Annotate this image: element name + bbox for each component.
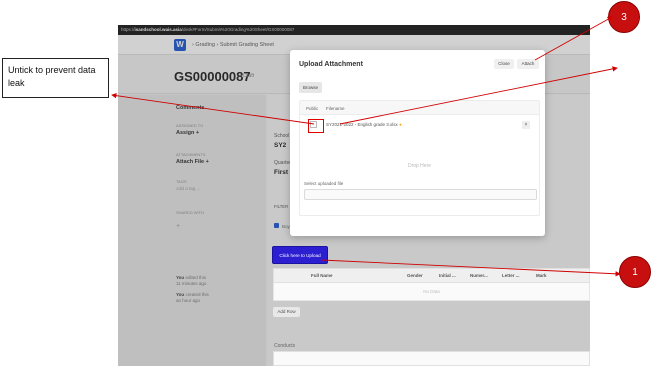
no-data-text: No Data bbox=[423, 289, 440, 294]
add-row-button[interactable]: Add Row bbox=[273, 307, 300, 317]
upload-button[interactable]: Click here to Upload bbox=[272, 246, 328, 264]
step-3-marker: 3 bbox=[608, 1, 640, 33]
grades-table-body: No Data bbox=[273, 283, 590, 301]
select-uploaded-input[interactable] bbox=[304, 189, 537, 200]
conducts-field[interactable] bbox=[273, 351, 590, 366]
upload-attachment-dialog: Upload Attachment Close Attach Browse Pu… bbox=[290, 50, 545, 236]
file-list: Public Filename SY2021-2022 - English gr… bbox=[299, 100, 540, 216]
grades-table-header: Full Name Gender Initial ... Numer... Le… bbox=[273, 268, 590, 283]
select-uploaded-label: Select uploaded file bbox=[304, 181, 344, 186]
dialog-title: Upload Attachment bbox=[299, 61, 363, 68]
attach-button[interactable]: Attach bbox=[517, 59, 539, 69]
conducts-label: Conducts bbox=[274, 343, 296, 349]
file-list-header: Public Filename bbox=[300, 101, 539, 115]
file-name: SY2021-2022 - English grade 3.xlsx ● bbox=[326, 122, 402, 127]
star-icon: ● bbox=[399, 122, 402, 127]
annotation-note: Untick to prevent data leak bbox=[2, 58, 109, 98]
col-mark: Mark bbox=[536, 273, 547, 278]
checkbox-highlight bbox=[308, 119, 324, 133]
close-button[interactable]: Close bbox=[494, 59, 514, 69]
col-full-name: Full Name bbox=[311, 273, 333, 278]
remove-file-icon[interactable]: × bbox=[522, 121, 530, 129]
file-name-text: SY2021-2022 - English grade 3.xlsx bbox=[326, 122, 398, 127]
browse-button[interactable]: Browse bbox=[299, 82, 322, 93]
col-public: Public bbox=[306, 105, 319, 111]
col-initial: Initial ... bbox=[439, 273, 456, 278]
col-gender: Gender bbox=[407, 273, 423, 278]
step-1-marker: 1 bbox=[619, 256, 651, 288]
col-letter: Letter ... bbox=[502, 273, 520, 278]
col-numeric: Numer... bbox=[470, 273, 488, 278]
drop-zone[interactable]: Drop Here bbox=[300, 163, 539, 169]
col-filename: Filename bbox=[326, 105, 345, 111]
file-row: SY2021-2022 - English grade 3.xlsx ● × bbox=[300, 118, 539, 132]
